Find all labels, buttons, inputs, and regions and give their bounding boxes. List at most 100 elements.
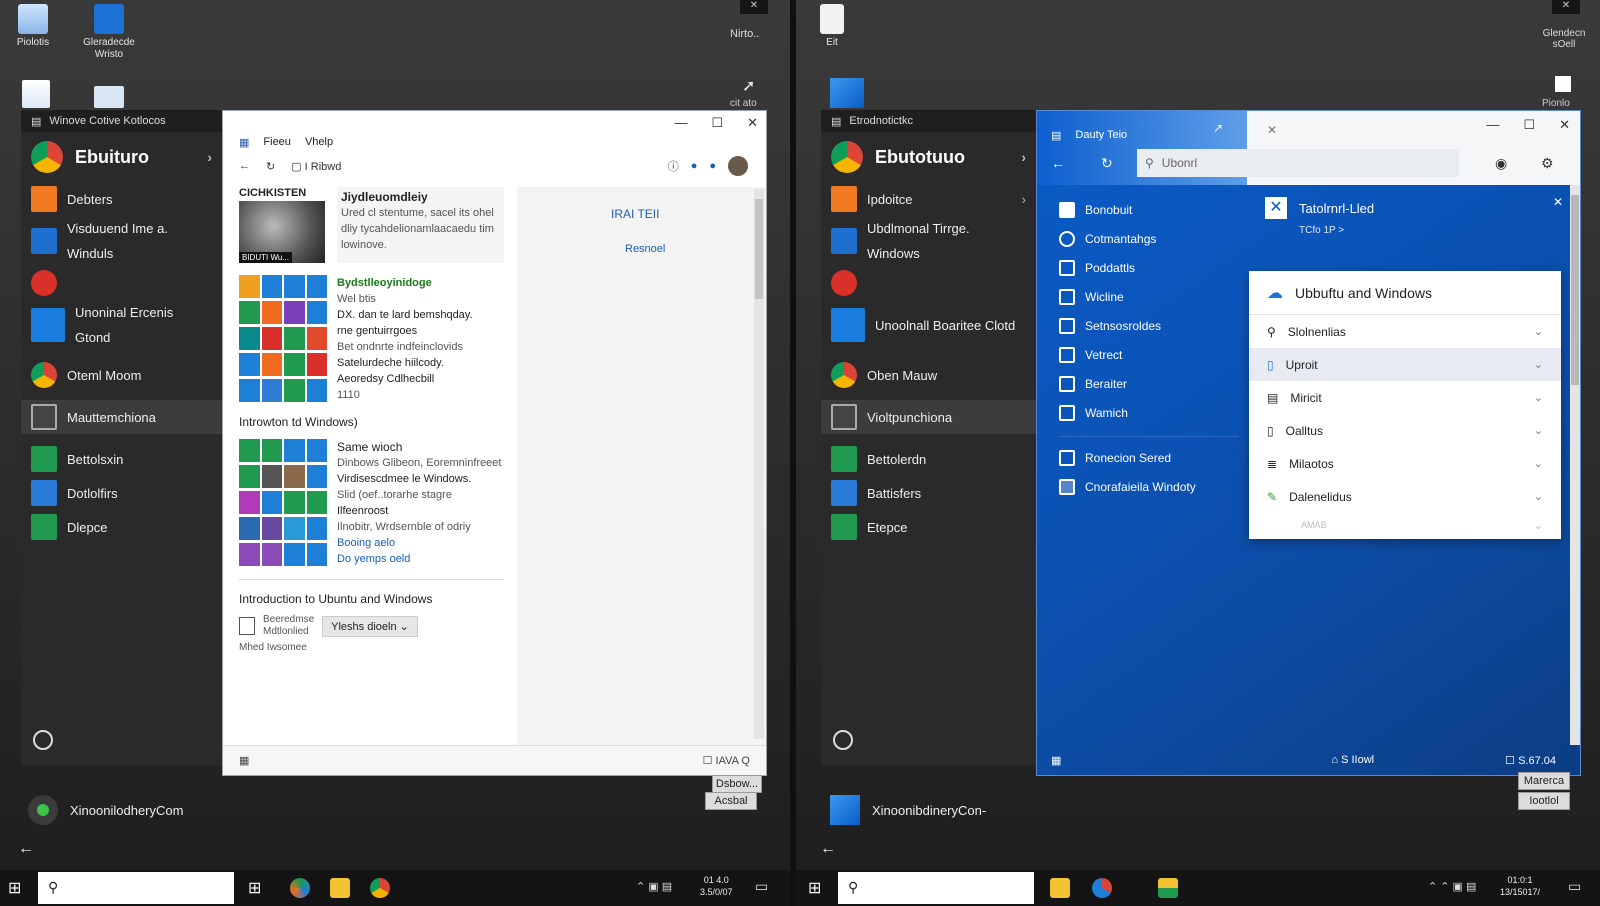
close-icon[interactable]: ✕ [1559, 117, 1570, 133]
user-row[interactable]: XinoonilodheryCom [28, 795, 183, 825]
start-button[interactable]: ⊞ [8, 878, 21, 898]
nav-item[interactable]: Beraiter [1059, 369, 1239, 398]
file-icon[interactable] [22, 80, 50, 108]
start-item[interactable]: Oteml Moom [21, 350, 222, 400]
tile-card-2[interactable]: Same wioch Dinbows Glibeon, Eoremninfree… [239, 439, 504, 567]
desktop-button[interactable]: Dsbow... [712, 775, 762, 793]
refresh-icon[interactable]: ↻ [1101, 155, 1113, 172]
notes-icon[interactable] [1158, 878, 1178, 898]
taskbar-search[interactable]: ⚲ [838, 872, 1034, 904]
close-icon[interactable]: ✕ [1552, 0, 1580, 14]
panel-row[interactable]: ⚲ Slolnenlias ⌄ [1249, 315, 1561, 348]
checkbox-icon[interactable]: ☐ [703, 755, 716, 767]
tile-link[interactable]: Booing aelo [337, 535, 504, 551]
file-icon[interactable] [1555, 76, 1571, 92]
scrollbar[interactable] [1570, 185, 1580, 745]
nav-item[interactable]: Setnsosroldes [1059, 311, 1239, 340]
minimize-icon[interactable]: — [1486, 117, 1499, 133]
panel-row[interactable]: ✎ Dalenelidus ⌄ [1249, 480, 1561, 513]
desktop-button[interactable]: Acsbal [705, 792, 757, 810]
notification-icon[interactable]: ▭ [755, 878, 768, 895]
dropdown[interactable]: Yleshs dioeln ⌄ [322, 615, 418, 637]
menu-file[interactable]: Fieeu [263, 136, 291, 148]
start-item[interactable]: Unoninal Ercenis Gtond [21, 300, 222, 350]
start-item[interactable]: Visduuend Ime a. Winduls [21, 216, 222, 266]
start-item[interactable]: Ipdoitce › [821, 182, 1036, 216]
back-arrow-icon[interactable]: ← [18, 840, 34, 858]
minimize-icon[interactable]: — [674, 115, 687, 131]
back-icon[interactable]: ← [239, 160, 250, 172]
panel-row[interactable]: AMAB ⌄ [1249, 513, 1561, 537]
maximize-icon[interactable]: ☐ [711, 115, 723, 131]
start-item[interactable] [21, 266, 222, 300]
dismiss-icon[interactable]: ✕ [1553, 195, 1563, 209]
scrollbar-thumb[interactable] [755, 199, 763, 299]
back-arrow-icon[interactable]: ← [820, 840, 836, 858]
pin-icon[interactable]: ➚ [742, 76, 755, 96]
side-link[interactable]: IRAI TEII [611, 207, 659, 221]
grid-icon[interactable]: ▦ [239, 754, 249, 767]
desktop-icon-recycle[interactable]: Piolotis [2, 4, 64, 49]
desktop-button[interactable]: Iootlol [1518, 792, 1570, 810]
panel-row[interactable]: ▯ Oalltus ⌄ [1249, 414, 1561, 447]
maximize-icon[interactable]: ☐ [1523, 117, 1535, 133]
desktop-button[interactable]: Marerca [1518, 772, 1570, 790]
side-link[interactable]: Resnoel [625, 243, 665, 255]
home-icon[interactable]: ⌂ [1331, 754, 1341, 766]
tile-card[interactable]: Bydstlleoyinidoge Wel btis DX. dan te la… [239, 275, 504, 403]
desktop-icon-app[interactable]: Gleradecde Wristo [78, 4, 140, 61]
nav-item[interactable]: Poddattls [1059, 253, 1239, 282]
start-hero[interactable]: Ebutotuuo › [821, 132, 1036, 182]
article-card[interactable]: CICHKISTEN BIDUTI Wu... Jiydleuomdleiy U… [239, 187, 504, 263]
nav-item[interactable]: Cotmantahgs [1059, 224, 1239, 253]
nav-item[interactable]: Wamich [1059, 398, 1239, 427]
close-tab-icon[interactable]: ✕ [1267, 123, 1277, 137]
browser-icon[interactable] [1092, 878, 1112, 898]
folder-icon[interactable] [1050, 878, 1070, 898]
start-button[interactable]: ⊞ [808, 878, 821, 898]
checkbox-icon[interactable]: ☐ [1505, 755, 1518, 767]
address-bar[interactable]: ▢ I Ribwd [291, 160, 341, 173]
notification-icon[interactable]: ▭ [1568, 878, 1581, 895]
clock[interactable]: 01:0:1 13/15017/ [1500, 874, 1540, 898]
menu-help[interactable]: Vhelp [305, 136, 333, 148]
tray-icons[interactable]: ⌃ ▣ ▤ [636, 880, 672, 893]
clock[interactable]: 01 4.0 3.5/0/07 [700, 874, 733, 898]
scrollbar-thumb[interactable] [1571, 195, 1579, 385]
start-item[interactable]: Oben Mauw [821, 350, 1036, 400]
profile-icon[interactable]: ◉ [1495, 155, 1507, 172]
panel-row[interactable]: ▤ Miricit ⌄ [1249, 381, 1561, 414]
start-item[interactable]: Bettolsxin [21, 442, 222, 476]
share-icon[interactable]: ● [709, 160, 716, 172]
start-item[interactable]: Unoolnall Boaritee Clotd [821, 300, 1036, 350]
nav-item[interactable]: Ronecion Sered [1059, 443, 1239, 472]
user-row[interactable]: XinoonibdineryCon- [830, 795, 986, 825]
settings-icon[interactable]: ⚙ [1541, 155, 1554, 172]
power-icon[interactable] [833, 730, 853, 750]
start-item[interactable]: Dotlolfirs [21, 476, 222, 510]
nav-item[interactable]: Wicline [1059, 282, 1239, 311]
nav-item[interactable]: Cnorafaieila Windoty [1059, 472, 1239, 501]
nav-item[interactable]: Vetrect [1059, 340, 1239, 369]
tray-icons[interactable]: ⌃ ⌃ ▣ ▤ [1428, 880, 1476, 893]
search-input[interactable]: ⚲ Ubonrl [1137, 149, 1459, 177]
desktop-icon-file[interactable]: Eit [812, 4, 852, 49]
scrollbar[interactable] [754, 189, 764, 739]
start-item[interactable]: Etepce [821, 510, 1036, 544]
taskbar-search[interactable]: ⚲ [38, 872, 234, 904]
start-item[interactable]: Bettolerdn [821, 442, 1036, 476]
grid-icon[interactable]: ▦ [239, 136, 249, 149]
start-item[interactable]: Debters [21, 182, 222, 216]
info-icon[interactable]: ● [691, 160, 698, 172]
back-icon[interactable]: ← [1051, 155, 1065, 171]
avatar[interactable] [728, 156, 748, 176]
grid-icon[interactable]: ▦ [1051, 754, 1061, 767]
start-item[interactable] [821, 266, 1036, 300]
start-item[interactable]: Battisfers [821, 476, 1036, 510]
panel-row-selected[interactable]: ▯ Uproit ⌄ [1249, 348, 1561, 381]
edge-icon[interactable] [290, 878, 310, 898]
refresh-icon[interactable]: ↻ [266, 160, 275, 173]
cube-icon[interactable] [830, 78, 864, 108]
nav-item[interactable]: Bonobuit [1059, 195, 1239, 224]
start-item[interactable]: Dlepce [21, 510, 222, 544]
